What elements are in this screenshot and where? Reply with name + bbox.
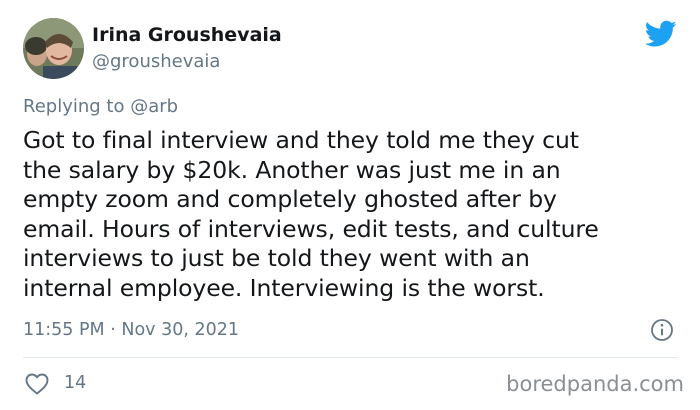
like-count: 14: [64, 373, 87, 393]
reply-mention-link[interactable]: @arb: [130, 96, 178, 117]
avatar[interactable]: [23, 18, 84, 79]
heart-icon[interactable]: [25, 373, 49, 395]
tweet-timestamp[interactable]: 11:55 PM · Nov 30, 2021: [23, 320, 239, 340]
tweet-time: 11:55 PM: [23, 320, 105, 340]
watermark: boredpanda.com: [506, 372, 684, 396]
twitter-bird-icon[interactable]: [644, 20, 677, 48]
display-name[interactable]: Irina Groushevaia: [92, 24, 282, 46]
tweet-card: Irina Groushevaia @groushevaia Replying …: [0, 0, 700, 410]
timestamp-separator: ·: [104, 320, 122, 340]
divider: [23, 357, 677, 358]
replying-to-label: Replying to: [23, 96, 131, 117]
tweet-text: Got to final interview and they told me …: [23, 126, 599, 302]
user-handle[interactable]: @groushevaia: [92, 51, 220, 72]
tweet-date: Nov 30, 2021: [121, 320, 240, 340]
replying-to-line: Replying to @arb: [23, 96, 178, 117]
info-icon[interactable]: [650, 318, 674, 342]
